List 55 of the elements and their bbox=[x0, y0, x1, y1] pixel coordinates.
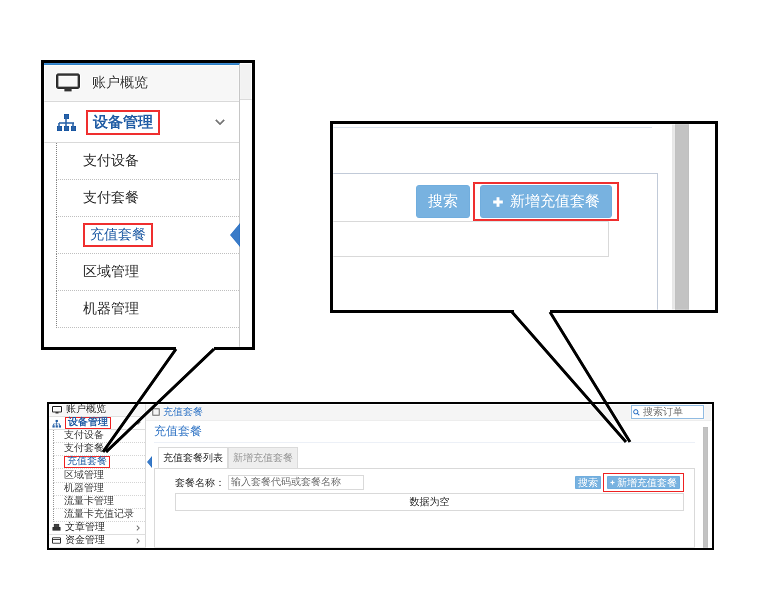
submenu-item[interactable]: 机器管理 bbox=[56, 291, 239, 328]
menu-label: 机器管理 bbox=[83, 300, 139, 318]
submenu-item[interactable]: 机器管理 bbox=[53, 482, 145, 496]
search-icon bbox=[633, 409, 640, 416]
sitemap-icon bbox=[56, 112, 76, 132]
menu-label: 设备管理 bbox=[68, 418, 108, 428]
menu-label: 机器管理 bbox=[64, 484, 104, 494]
menu-label: 支付套餐 bbox=[64, 444, 104, 454]
menu-label: 区域管理 bbox=[64, 470, 104, 481]
menu-item[interactable]: 账户概览 bbox=[49, 404, 145, 418]
menu-group[interactable]: 设备管理 bbox=[49, 417, 145, 430]
page-title: 充值套餐 bbox=[154, 421, 695, 443]
menu-group[interactable]: 资金管理 bbox=[49, 534, 145, 548]
tab[interactable]: 充值套餐列表 bbox=[158, 447, 228, 469]
submenu-item[interactable]: 支付设备 bbox=[53, 430, 145, 444]
breadcrumb-link[interactable]: 充值套餐 bbox=[163, 405, 203, 419]
active-pointer-icon bbox=[147, 456, 152, 468]
submenu-item[interactable]: 支付套餐 bbox=[53, 443, 145, 456]
document-stack-icon bbox=[52, 523, 61, 532]
input-field[interactable] bbox=[333, 221, 609, 257]
submenu-item[interactable]: 充值套餐 bbox=[53, 456, 145, 470]
field-label: 套餐名称： bbox=[175, 476, 225, 490]
document-icon bbox=[152, 408, 160, 416]
content-area bbox=[240, 63, 252, 100]
plus-icon bbox=[610, 480, 615, 485]
submenu-item[interactable]: 区域管理 bbox=[53, 469, 145, 483]
submenu-item[interactable]: 流量卡管理 bbox=[53, 496, 145, 509]
scrollbar[interactable] bbox=[672, 124, 689, 310]
menu-label: 资金管理 bbox=[65, 536, 105, 546]
scrollbar[interactable] bbox=[703, 427, 708, 548]
search-field[interactable]: 搜索订单 bbox=[631, 405, 704, 419]
menu-label: 充值套餐 bbox=[90, 226, 146, 244]
sitemap-icon bbox=[52, 418, 61, 428]
menu-label: 设备管理 bbox=[93, 112, 153, 132]
menu-label: 充值套餐 bbox=[67, 457, 107, 468]
monitor-icon bbox=[52, 405, 62, 416]
menu-label: 账户概览 bbox=[66, 405, 106, 416]
menu-label: 支付设备 bbox=[64, 431, 104, 442]
empty-message: 数据为空 bbox=[410, 496, 450, 509]
menu-label: 流量卡管理 bbox=[64, 496, 114, 507]
card-icon bbox=[52, 536, 61, 546]
submenu-item[interactable]: 支付设备 bbox=[56, 143, 239, 180]
menu-label: 区域管理 bbox=[83, 263, 139, 281]
menu-group[interactable]: 文章管理 bbox=[49, 522, 145, 535]
menu-label: 支付套餐 bbox=[83, 189, 139, 207]
menu-item[interactable]: 账户概览 bbox=[44, 65, 239, 102]
submenu-item[interactable]: 充值套餐 bbox=[56, 217, 239, 254]
menu-label: 流量卡充值记录 bbox=[64, 510, 134, 520]
menu-label: 文章管理 bbox=[65, 522, 105, 533]
menu-label: 支付设备 bbox=[83, 152, 139, 170]
name-field[interactable]: 输入套餐代码或套餐名称 bbox=[228, 475, 364, 490]
submenu-item[interactable]: 区域管理 bbox=[56, 254, 239, 291]
plus-icon bbox=[492, 196, 504, 208]
menu-label: 账户概览 bbox=[92, 74, 148, 92]
submenu-item[interactable]: 支付套餐 bbox=[56, 180, 239, 217]
